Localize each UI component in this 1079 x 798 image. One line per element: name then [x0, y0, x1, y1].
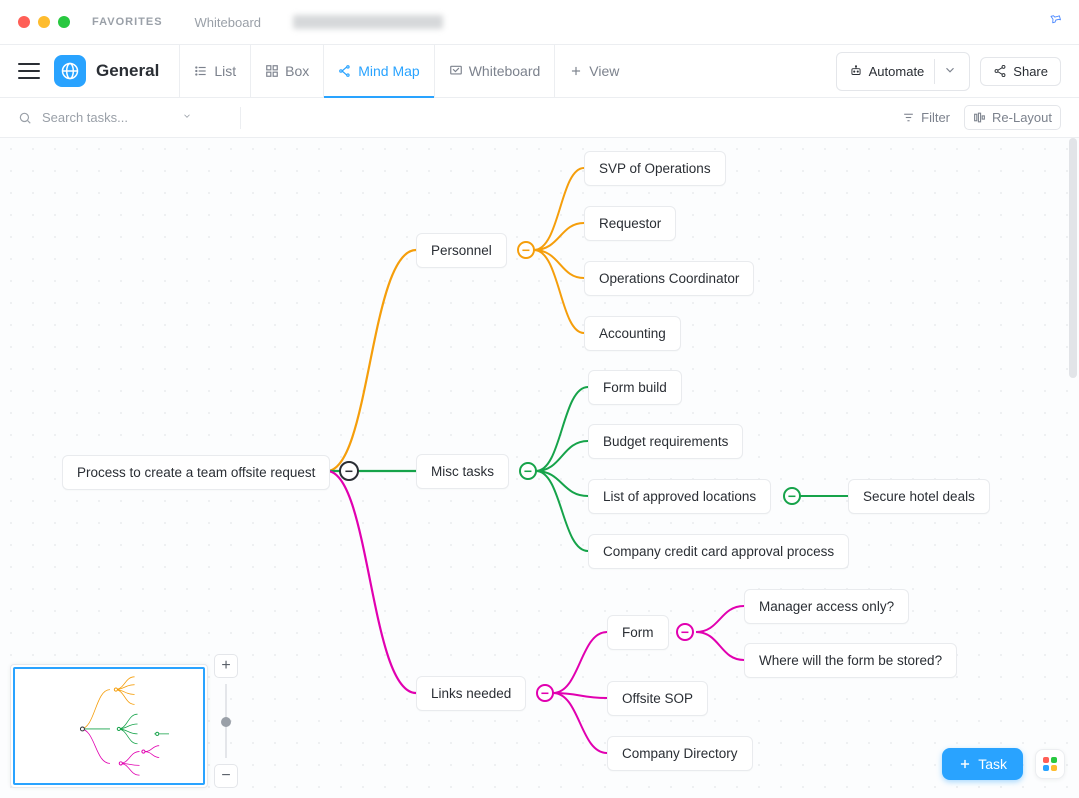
zoom-out-button[interactable]: −	[214, 764, 238, 788]
robot-icon	[849, 64, 863, 78]
chevron-down-icon	[943, 63, 957, 77]
apps-icon	[1043, 757, 1057, 771]
search-input[interactable]	[42, 110, 172, 125]
minimize-window-button[interactable]	[38, 16, 50, 28]
plus-icon	[958, 757, 972, 771]
close-window-button[interactable]	[18, 16, 30, 28]
automate-button[interactable]: Automate	[836, 52, 971, 91]
plus-icon	[569, 64, 583, 78]
toggle-personnel[interactable]: −	[517, 241, 535, 259]
globe-icon	[60, 61, 80, 81]
search-icon	[18, 111, 32, 125]
pin-icon[interactable]	[1044, 10, 1065, 32]
open-tab-blurred[interactable]	[293, 15, 443, 29]
zoom-controls: + −	[214, 654, 238, 788]
fab-group: Task	[942, 748, 1065, 780]
minimap-viewport[interactable]	[13, 667, 205, 785]
toggle-misc-tasks[interactable]: −	[519, 462, 537, 480]
space-name[interactable]: General	[96, 61, 159, 81]
node-form-stored[interactable]: Where will the form be stored?	[744, 643, 957, 678]
add-view-label: View	[589, 63, 619, 79]
relayout-label: Re-Layout	[992, 110, 1052, 125]
node-links-needed[interactable]: Links needed	[416, 676, 526, 711]
space-avatar[interactable]	[54, 55, 86, 87]
minimap[interactable]	[10, 664, 208, 788]
toggle-form[interactable]: −	[676, 623, 694, 641]
titlebar: FAVORITES Whiteboard	[0, 0, 1079, 44]
zoom-slider-track[interactable]	[225, 684, 227, 758]
open-tab-whiteboard[interactable]: Whiteboard	[185, 11, 271, 34]
mindmap-canvas[interactable]: Process to create a team offsite request…	[0, 138, 1079, 798]
search-caret[interactable]	[182, 111, 192, 124]
vertical-scrollbar[interactable]	[1069, 138, 1077, 378]
automate-caret[interactable]	[934, 59, 965, 84]
view-mindmap[interactable]: Mind Map	[323, 45, 433, 97]
list-icon	[194, 64, 208, 78]
main-toolbar: General List Box Mind Map Whiteboard Vie…	[0, 44, 1079, 98]
node-personnel[interactable]: Personnel	[416, 233, 507, 268]
node-misc-tasks[interactable]: Misc tasks	[416, 454, 509, 489]
toggle-approved-locations[interactable]: −	[783, 487, 801, 505]
view-list[interactable]: List	[179, 45, 250, 97]
chevron-down-icon	[182, 111, 192, 121]
view-box[interactable]: Box	[250, 45, 323, 97]
node-form-build[interactable]: Form build	[588, 370, 682, 405]
share-label: Share	[1013, 64, 1048, 79]
whiteboard-icon	[449, 64, 463, 78]
share-button[interactable]: Share	[980, 57, 1061, 86]
filter-bar: Filter Re-Layout	[0, 98, 1079, 138]
relayout-button[interactable]: Re-Layout	[964, 105, 1061, 130]
mindmap-icon	[338, 64, 352, 78]
filter-label: Filter	[921, 110, 950, 125]
automate-label: Automate	[869, 64, 925, 79]
node-svp-operations[interactable]: SVP of Operations	[584, 151, 726, 186]
node-form[interactable]: Form	[607, 615, 669, 650]
menu-icon[interactable]	[18, 63, 40, 79]
node-approved-locations[interactable]: List of approved locations	[588, 479, 771, 514]
maximize-window-button[interactable]	[58, 16, 70, 28]
grid-icon	[265, 64, 279, 78]
add-view-button[interactable]: View	[554, 45, 633, 97]
share-icon	[993, 64, 1007, 78]
view-list-label: List	[214, 63, 236, 79]
zoom-in-button[interactable]: +	[214, 654, 238, 678]
root-toggle[interactable]: −	[339, 461, 359, 481]
apps-button[interactable]	[1035, 749, 1065, 779]
node-manager-access[interactable]: Manager access only?	[744, 589, 909, 624]
node-offsite-sop[interactable]: Offsite SOP	[607, 681, 708, 716]
node-accounting[interactable]: Accounting	[584, 316, 681, 351]
window-controls	[18, 16, 70, 28]
filter-icon	[902, 111, 915, 124]
node-root[interactable]: Process to create a team offsite request	[62, 455, 330, 490]
new-task-button[interactable]: Task	[942, 748, 1023, 780]
view-whiteboard[interactable]: Whiteboard	[434, 45, 555, 97]
view-tabs: List Box Mind Map Whiteboard View	[179, 45, 633, 97]
toggle-links-needed[interactable]: −	[536, 684, 554, 702]
view-box-label: Box	[285, 63, 309, 79]
node-secure-hotel-deals[interactable]: Secure hotel deals	[848, 479, 990, 514]
node-company-directory[interactable]: Company Directory	[607, 736, 753, 771]
node-budget-requirements[interactable]: Budget requirements	[588, 424, 743, 459]
node-requestor[interactable]: Requestor	[584, 206, 676, 241]
node-operations-coordinator[interactable]: Operations Coordinator	[584, 261, 754, 296]
node-cc-approval-process[interactable]: Company credit card approval process	[588, 534, 849, 569]
zoom-slider-handle[interactable]	[221, 717, 231, 727]
view-mindmap-label: Mind Map	[358, 63, 419, 79]
search-wrap[interactable]	[18, 110, 228, 125]
layout-icon	[973, 111, 986, 124]
filter-button[interactable]: Filter	[902, 110, 950, 125]
view-whiteboard-label: Whiteboard	[469, 63, 541, 79]
favorites-label: FAVORITES	[92, 16, 163, 28]
new-task-label: Task	[978, 756, 1007, 772]
divider	[240, 107, 241, 129]
